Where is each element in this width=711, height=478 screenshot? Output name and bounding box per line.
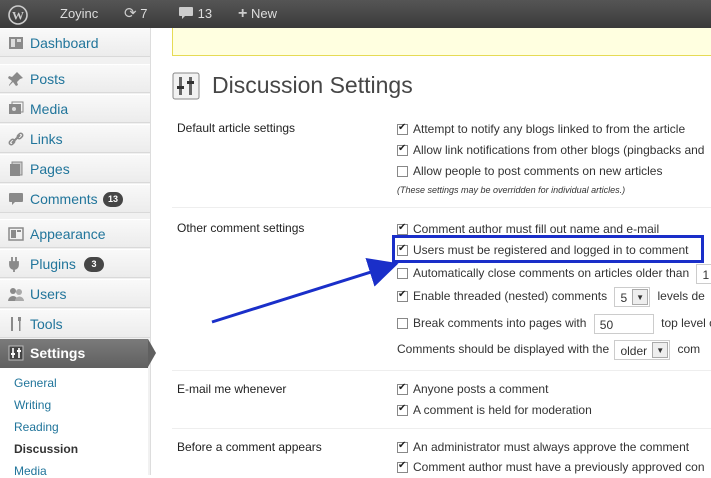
- annotation-arrow-icon: [211, 257, 399, 324]
